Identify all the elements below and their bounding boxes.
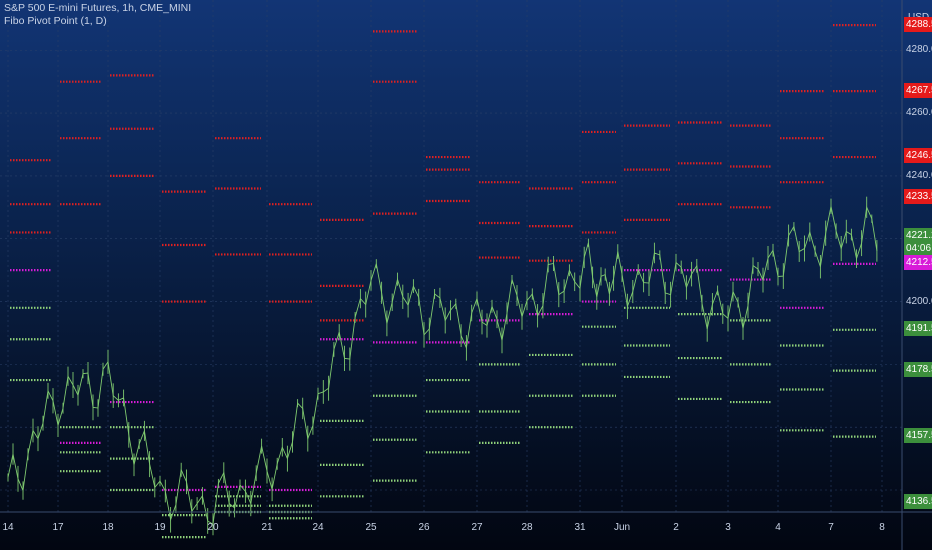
x-tick-label: 31: [574, 522, 586, 533]
price-tag: 4233.50: [904, 189, 932, 205]
price-tag: 4157.50: [904, 428, 932, 444]
price-tag: 04:06: [904, 241, 932, 257]
x-tick-label: 27: [471, 522, 483, 533]
price-tag: 4212.50: [904, 255, 932, 271]
grid: [0, 0, 902, 512]
price-tag: 4267.50: [904, 82, 932, 98]
price-tag: 4191.50: [904, 321, 932, 337]
x-tick-label: 4: [775, 522, 781, 533]
x-tick-label: 24: [312, 522, 324, 533]
x-tick-label: 2: [673, 522, 679, 533]
x-tick-label: 21: [261, 522, 273, 533]
price-tag: 4136.50: [904, 494, 932, 509]
y-tick-label: 4260.00: [906, 107, 932, 119]
y-tick-label: 4200.00: [906, 295, 932, 307]
price-tag: 4288.50: [904, 16, 932, 32]
x-tick-label: 3: [725, 522, 731, 533]
price-plot[interactable]: [0, 0, 932, 550]
x-tick-label: 17: [52, 522, 64, 533]
price-tag: 4246.50: [904, 148, 932, 164]
x-tick-label: 18: [102, 522, 114, 533]
x-tick-label: 28: [521, 522, 533, 533]
chart-title: S&P 500 E-mini Futures, 1h, CME_MINI: [4, 2, 192, 14]
x-tick-label: 8: [879, 522, 885, 533]
price-tag: 4178.50: [904, 362, 932, 378]
indicator-label[interactable]: Fibo Pivot Point (1, D): [4, 15, 107, 27]
x-tick-label: 14: [2, 522, 14, 533]
x-tick-label: 25: [365, 522, 377, 533]
x-tick-label: 7: [828, 522, 834, 533]
x-tick-label: Jun: [613, 522, 631, 533]
x-tick-label: 19: [154, 522, 166, 533]
price-series-line: [7, 205, 878, 525]
x-tick-label: 26: [418, 522, 430, 533]
x-tick-label: 20: [207, 522, 219, 533]
y-tick-label: 4280.00: [906, 44, 932, 56]
chart-area[interactable]: S&P 500 E-mini Futures, 1h, CME_MINI Fib…: [0, 0, 932, 550]
y-tick-label: 4240.00: [906, 169, 932, 181]
